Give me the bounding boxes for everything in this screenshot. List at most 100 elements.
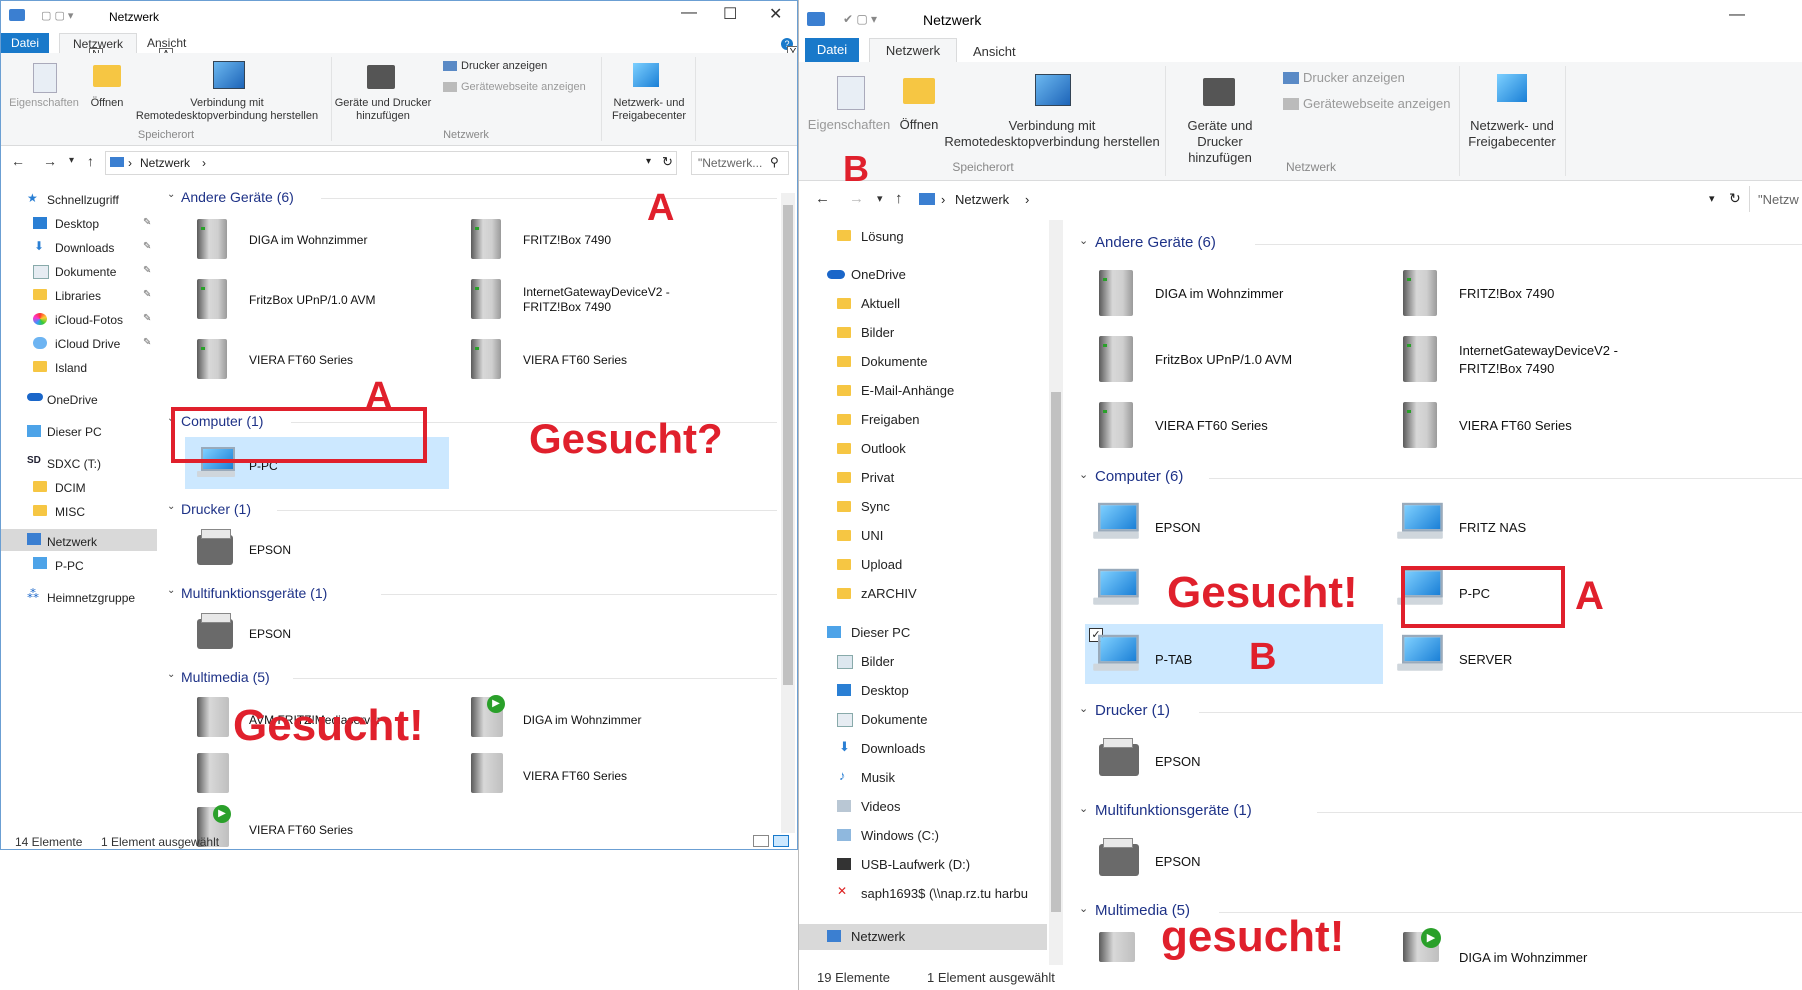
nav-libraries[interactable]: Libraries [55,289,101,303]
address-bar[interactable]: › Netzwerk › ▾ [915,186,1727,212]
section-multifunktion[interactable]: Multifunktionsgeräte (1) [1095,802,1252,819]
nav-sync[interactable]: Sync [861,499,890,514]
item-viera1[interactable]: VIERA FT60 Series [249,353,353,367]
nav-pc-bilder[interactable]: Bilder [861,654,894,669]
geraetewebseite-button[interactable]: Gerätewebseite anzeigen [461,81,586,94]
item-viera2[interactable]: VIERA FT60 Series [523,353,627,367]
search-input[interactable]: "Netzwerk... ⚲ [691,151,789,175]
eigenschaften-button[interactable]: Eigenschaften [807,118,891,131]
scrollbar-thumb[interactable] [783,205,793,685]
item-ptab[interactable]: P-TAB [1155,652,1192,667]
nav-freigaben[interactable]: Freigaben [861,412,920,427]
item-fritz7490[interactable]: FRITZ!Box 7490 [1459,286,1554,301]
address-bar[interactable]: › Netzwerk › ▾ ↻ [105,151,677,175]
pin-icon[interactable]: ✎ [143,241,151,252]
collapse-chevron-icon[interactable]: ⌄ [1079,702,1088,715]
item-diga[interactable]: DIGA im Wohnzimmer [249,233,367,247]
pin-icon[interactable]: ✎ [143,313,151,324]
section-computer[interactable]: Computer (6) [1095,468,1183,485]
collapse-chevron-icon[interactable]: ⌄ [1079,902,1088,915]
tab-ansicht[interactable]: Ansicht [973,44,1016,59]
breadcrumb-netzwerk[interactable]: Netzwerk [140,156,190,170]
quick-access-toolbar[interactable]: ▢ ▢ ▾ [41,9,91,23]
item-epson-printer[interactable]: EPSON [1155,754,1201,769]
collapse-chevron-icon[interactable]: ⌄ [167,585,175,596]
item-epson-printer[interactable]: EPSON [249,543,291,557]
nav-heimnetzgruppe[interactable]: Heimnetzgruppe [47,591,135,605]
collapse-chevron-icon[interactable]: ⌄ [167,669,175,680]
item-viera-media1[interactable]: VIERA FT60 Series [523,769,627,783]
refresh-icon[interactable]: ↻ [1729,190,1741,207]
nav-windows-c[interactable]: Windows (C:) [861,828,939,843]
nav-usb[interactable]: USB-Laufwerk (D:) [861,857,970,872]
item-server[interactable]: SERVER [1459,652,1512,667]
nav-dcim[interactable]: DCIM [55,481,86,495]
section-drucker[interactable]: Drucker (1) [1095,702,1170,719]
item-viera1[interactable]: VIERA FT60 Series [1155,418,1268,433]
large-icons-view-icon[interactable] [773,835,789,847]
nav-loesung[interactable]: Lösung [861,229,904,244]
close-button[interactable]: ✕ [769,4,782,24]
nav-aktuell[interactable]: Aktuell [861,296,900,311]
geraetewebseite-button[interactable]: Gerätewebseite anzeigen [1303,97,1450,110]
item-epson-mfp[interactable]: EPSON [1155,854,1201,869]
item-epson-computer[interactable]: EPSON [1155,520,1201,535]
item-diga-media[interactable]: DIGA im Wohnzimmer [1459,950,1587,965]
section-drucker[interactable]: Drucker (1) [181,501,251,517]
item-viera-media2[interactable]: VIERA FT60 Series [249,823,353,837]
tab-datei[interactable]: Datei [805,38,859,62]
nav-ppc[interactable]: P-PC [55,559,84,573]
maximize-button[interactable]: ☐ [723,4,737,24]
nav-netzwerk[interactable]: Netzwerk [47,535,97,549]
nav-pc-videos[interactable]: Videos [861,799,901,814]
nav-downloads[interactable]: Downloads [55,241,114,255]
details-view-icon[interactable] [753,835,769,847]
nav-onedrive[interactable]: OneDrive [851,267,906,282]
refresh-icon[interactable]: ↻ [662,154,673,170]
recent-dropdown[interactable]: ▾ [877,192,883,205]
drucker-anzeigen-button[interactable]: Drucker anzeigen [461,60,547,73]
back-button[interactable]: ← [815,190,830,207]
address-dropdown-icon[interactable]: ▾ [1709,192,1715,205]
pin-icon[interactable]: ✎ [143,337,151,348]
nav-netzwerk[interactable]: Netzwerk [851,929,905,944]
nav-icloud-drive[interactable]: iCloud Drive [55,337,120,351]
forward-button[interactable]: → [849,190,864,207]
nav-schnellzugriff[interactable]: Schnellzugriff [47,193,119,207]
netzwerk-freigabecenter-button[interactable]: Netzwerk- und Freigabecenter [1463,118,1561,150]
breadcrumb-netzwerk[interactable]: Netzwerk [955,192,1009,207]
collapse-chevron-icon[interactable]: ⌄ [167,501,175,512]
address-dropdown-icon[interactable]: ▾ [646,156,651,167]
nav-bilder[interactable]: Bilder [861,325,894,340]
forward-button[interactable]: → [43,153,57,169]
nav-scrollbar-thumb[interactable] [1051,392,1061,912]
section-andere-geraete[interactable]: Andere Geräte (6) [181,189,294,205]
oeffnen-button[interactable]: Öffnen [85,97,129,110]
nav-dokumente[interactable]: Dokumente [861,354,927,369]
collapse-chevron-icon[interactable]: ⌄ [1079,468,1088,481]
nav-uni[interactable]: UNI [861,528,883,543]
drucker-anzeigen-button[interactable]: Drucker anzeigen [1303,71,1405,84]
item-diga[interactable]: DIGA im Wohnzimmer [1155,286,1283,301]
collapse-chevron-icon[interactable]: ⌄ [1079,802,1088,815]
item-fritzupnp[interactable]: FritzBox UPnP/1.0 AVM [249,293,376,307]
breadcrumb-chevron[interactable]: › [202,156,206,170]
nav-dieser-pc[interactable]: Dieser PC [851,625,910,640]
pin-icon[interactable]: ✎ [143,265,151,276]
minimize-button[interactable]: — [1729,6,1745,24]
nav-onedrive[interactable]: OneDrive [47,393,98,407]
nav-sdxc[interactable]: SDXC (T:) [47,457,101,471]
geraete-drucker-button[interactable]: Geräte und Drucker hinzufügen [333,97,433,123]
item-fritzupnp[interactable]: FritzBox UPnP/1.0 AVM [1155,352,1292,367]
remotedesktop-button[interactable]: Verbindung mit Remotedesktopverbindung he… [943,118,1161,150]
item-viera2[interactable]: VIERA FT60 Series [1459,418,1572,433]
nav-dieser-pc[interactable]: Dieser PC [47,425,102,439]
section-multimedia[interactable]: Multimedia (5) [181,669,270,685]
up-button[interactable]: ↑ [895,190,903,207]
item-fritz7490[interactable]: FRITZ!Box 7490 [523,233,611,247]
netzwerk-freigabecenter-button[interactable]: Netzwerk- und Freigabecenter [605,97,693,123]
nav-pc-musik[interactable]: Musik [861,770,895,785]
tab-datei[interactable]: Datei [1,33,49,53]
recent-dropdown[interactable]: ▾ [69,155,74,166]
item-igd[interactable]: InternetGatewayDeviceV2 - FRITZ!Box 7490 [523,285,670,315]
